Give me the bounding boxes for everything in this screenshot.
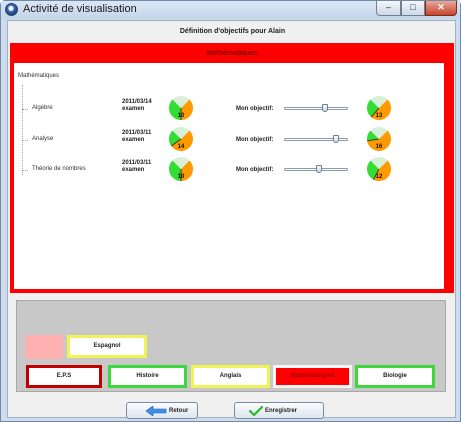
close-button[interactable]: ✕ <box>425 1 457 16</box>
window-title: Activité de visualisation <box>23 3 137 15</box>
title-bar: Activité de visualisation – □ ✕ <box>1 1 460 19</box>
tab-biologie[interactable]: Biologie <box>355 365 435 388</box>
back-button[interactable]: Retour <box>126 402 198 419</box>
exam-date: 2011/03/11 examen <box>122 160 152 173</box>
save-button[interactable]: Enregistrer <box>234 402 324 419</box>
slider-thumb[interactable] <box>333 135 340 143</box>
page-heading: Définition d'objectifs pour Alain <box>179 28 286 35</box>
objective-value: 16 <box>376 144 383 150</box>
objective-slider[interactable] <box>284 165 348 173</box>
score-gauge: 10 <box>168 95 194 120</box>
tab-eps[interactable]: E.P.S <box>26 365 102 388</box>
subject-panel-content: Mathématiques Algèbre 2011/03/14 examen 1… <box>14 63 444 289</box>
objective-row: Algèbre 2011/03/14 examen 10 Mon objectif… <box>14 95 444 125</box>
slider-thumb[interactable] <box>321 104 328 112</box>
objective-gauge: 12 <box>366 156 392 182</box>
score-value: 10 <box>178 113 185 119</box>
objective-label: Mon objectif: <box>236 167 274 173</box>
back-arrow-icon <box>145 406 167 416</box>
application-window: Activité de visualisation – □ ✕ Définiti… <box>0 0 461 422</box>
exam-date: 2011/03/11 examen <box>122 130 152 143</box>
topic-name[interactable]: Analyse <box>32 136 53 142</box>
exam-date: 2011/03/14 examen <box>122 99 152 112</box>
tree-branch <box>22 109 28 110</box>
objective-label: Mon objectif: <box>236 137 274 143</box>
color-swatch <box>25 335 63 359</box>
checkmark-icon <box>249 406 263 416</box>
objective-row: Analyse 2011/03/11 examen 14 Mon objectif… <box>14 126 444 156</box>
objective-gauge: 16 <box>367 126 392 151</box>
minimize-button[interactable]: – <box>376 1 401 16</box>
score-gauge: 14 <box>168 126 193 151</box>
tree-root-label: Mathématiques <box>18 73 60 79</box>
objective-slider[interactable] <box>284 135 348 143</box>
tab-mathematiques[interactable]: Mathématiques <box>273 365 352 388</box>
score-gauge: 10 <box>168 156 194 181</box>
objective-value: 13 <box>376 113 383 119</box>
objective-gauge: 13 <box>366 95 392 121</box>
maximize-button[interactable]: □ <box>401 1 425 16</box>
subject-panel-title: Mathématiques <box>206 50 258 57</box>
client-area: Définition d'objectifs pour Alain Mathém… <box>7 20 456 419</box>
objective-label: Mon objectif: <box>236 106 274 112</box>
tree-branch <box>22 170 28 171</box>
objective-value: 12 <box>376 174 383 180</box>
tab-espagnol[interactable]: Espagnol <box>67 335 147 358</box>
tree-branch <box>22 140 28 141</box>
app-icon <box>5 3 18 16</box>
slider-thumb[interactable] <box>315 165 322 173</box>
score-value: 10 <box>178 174 185 180</box>
objective-slider[interactable] <box>284 104 348 112</box>
topic-name[interactable]: Algèbre <box>32 105 53 111</box>
slider-track[interactable] <box>284 107 348 110</box>
subject-tab-panel: Espagnol E.P.S Histoire Anglais Mathémat… <box>16 300 446 392</box>
score-value: 14 <box>178 144 185 150</box>
back-button-label: Retour <box>169 408 189 414</box>
subject-panel: Mathématiques Mathématiques Algèbre 2011… <box>10 43 454 293</box>
objective-row: Théorie de nombres 2011/03/11 examen 10 M… <box>14 156 444 186</box>
save-button-label: Enregistrer <box>265 408 298 414</box>
tab-anglais[interactable]: Anglais <box>191 365 270 388</box>
tab-histoire[interactable]: Histoire <box>108 365 187 388</box>
topic-name[interactable]: Théorie de nombres <box>32 166 86 172</box>
